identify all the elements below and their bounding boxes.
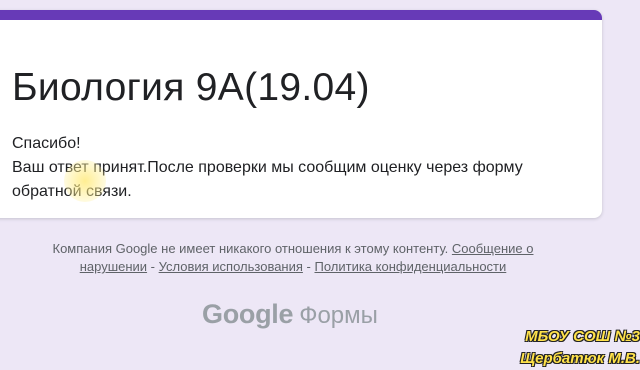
watermark-school: МБОУ СОШ №3 (525, 328, 640, 345)
google-forms-logo[interactable]: Google Формы (202, 296, 378, 337)
thank-you-text: Спасибо! (12, 135, 81, 152)
form-title: Биология 9А(19.04) (12, 66, 370, 109)
terms-of-service-link[interactable]: Условия использования (159, 259, 303, 274)
video-watermark: МБОУ СОШ №3 Щербатюк М.В. (520, 326, 640, 370)
report-abuse-link-part-2[interactable]: нарушении (80, 259, 147, 274)
watermark-author: Щербатюк М.В. (520, 350, 640, 367)
form-accent-bar (0, 10, 602, 20)
disclaimer-text: Компания Google не имеет никакого отноше… (52, 241, 452, 256)
response-text-line-1: Ваш ответ принят.После проверки мы сообщ… (12, 159, 523, 176)
footer-separator: - (302, 259, 315, 274)
footer-disclaimer: Компания Google не имеет никакого отноше… (0, 240, 586, 276)
report-abuse-link-part-1[interactable]: Сообщение о (452, 241, 534, 256)
response-text-line-2: обратной связи. (12, 183, 132, 200)
footer-separator: - (147, 259, 159, 274)
privacy-policy-link[interactable]: Политика конфиденциальности (314, 259, 506, 274)
confirmation-message: Спасибо! Ваш ответ принят.После проверки… (12, 132, 582, 204)
forms-wordmark: Формы (299, 302, 378, 329)
google-wordmark: Google (202, 299, 294, 329)
form-confirmation-card: Биология 9А(19.04) Спасибо! Ваш ответ пр… (0, 10, 602, 218)
